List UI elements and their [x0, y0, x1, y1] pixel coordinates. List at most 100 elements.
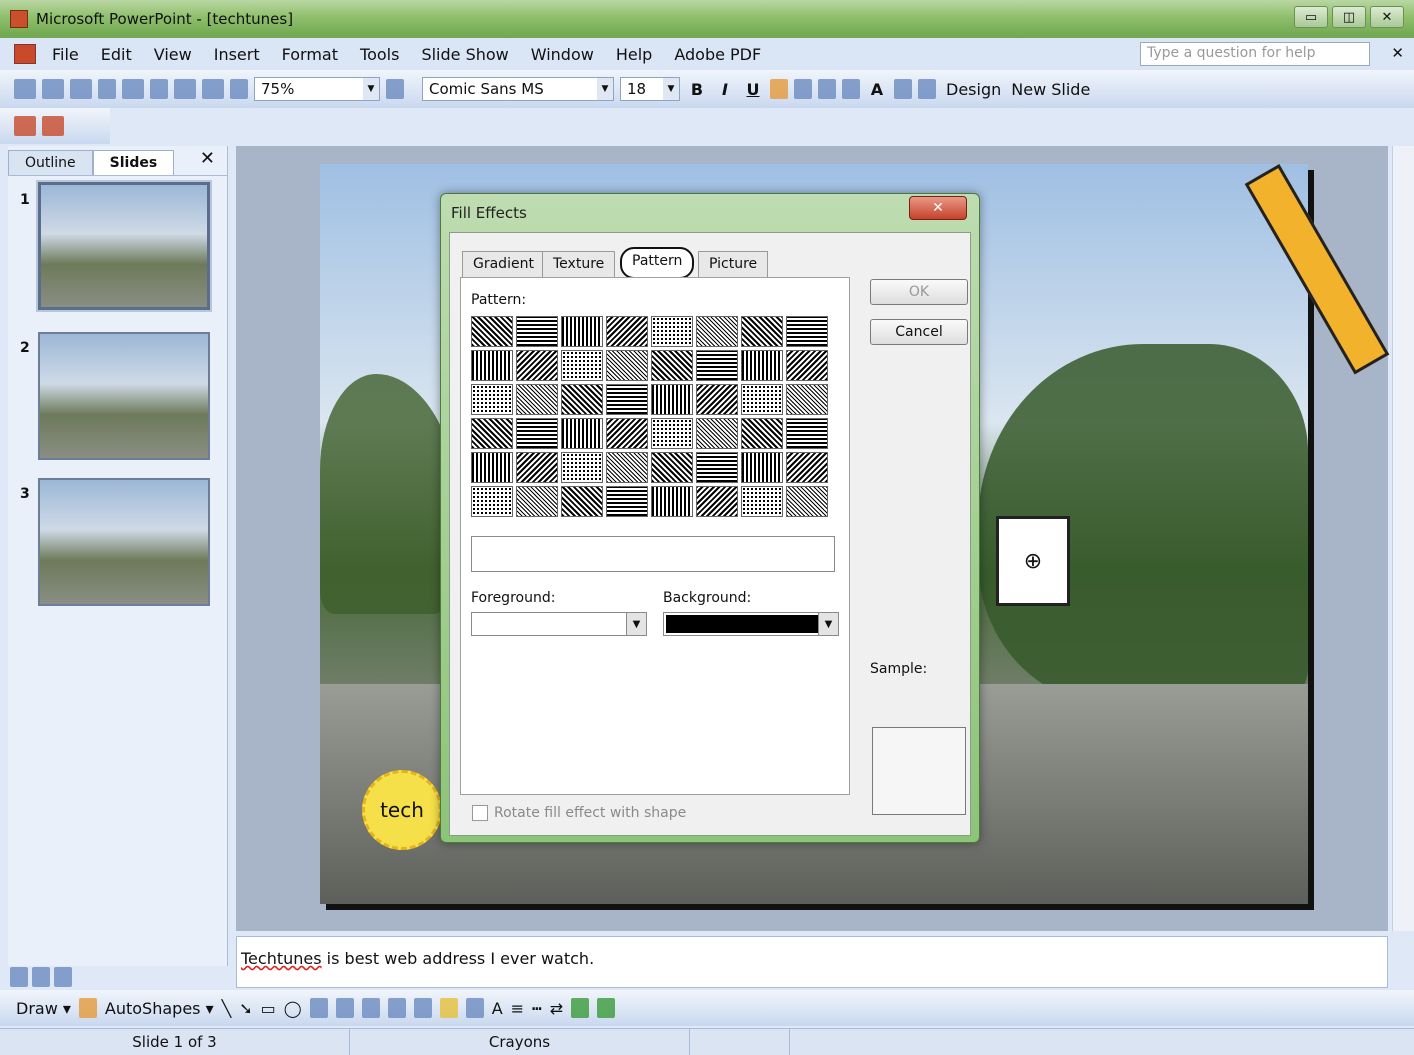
dialog-close-button[interactable]: ✕: [909, 196, 967, 220]
tech-seal-shape[interactable]: tech: [362, 770, 442, 850]
line-icon[interactable]: ╲: [222, 999, 232, 1018]
pattern-swatch[interactable]: [606, 418, 648, 449]
menu-view[interactable]: View: [154, 45, 192, 64]
design-button[interactable]: Design: [946, 80, 1001, 99]
menu-edit[interactable]: Edit: [101, 45, 132, 64]
close-pane-icon[interactable]: ✕: [200, 148, 215, 169]
chart-icon[interactable]: [174, 79, 196, 99]
tab-picture[interactable]: Picture: [698, 251, 769, 277]
3d-icon[interactable]: [597, 998, 616, 1018]
notes-pane[interactable]: Techtunes is best web address I ever wat…: [236, 936, 1388, 988]
help-icon[interactable]: [386, 79, 404, 99]
normal-view-icon[interactable]: [10, 967, 28, 987]
restore-button[interactable]: ◫: [1332, 6, 1366, 28]
menu-window[interactable]: Window: [531, 45, 594, 64]
pattern-swatch[interactable]: [741, 384, 783, 415]
menu-slide-show[interactable]: Slide Show: [421, 45, 508, 64]
pattern-swatch[interactable]: [606, 384, 648, 415]
wordart-icon[interactable]: [335, 998, 354, 1018]
slide-thumbnail[interactable]: [38, 478, 210, 606]
pattern-swatch[interactable]: [696, 452, 738, 483]
pattern-swatch[interactable]: [651, 316, 693, 347]
crayon-clipart-icon[interactable]: [1244, 164, 1390, 375]
pattern-swatch[interactable]: [786, 486, 828, 517]
italic-button[interactable]: I: [714, 80, 736, 99]
paste-icon[interactable]: [122, 79, 144, 99]
rotate-fill-checkbox[interactable]: Rotate fill effect with shape: [472, 805, 686, 821]
autoshapes-menu-button[interactable]: AutoShapes ▾: [105, 999, 214, 1018]
menu-file[interactable]: File: [52, 45, 79, 64]
foreground-color-picker[interactable]: ▼: [471, 612, 647, 636]
pattern-swatch[interactable]: [471, 452, 513, 483]
draw-menu-button[interactable]: Draw ▾: [16, 999, 71, 1018]
chevron-down-icon[interactable]: ▼: [363, 78, 379, 100]
font-combo[interactable]: Comic Sans MS ▼: [422, 77, 614, 101]
pattern-swatch[interactable]: [741, 452, 783, 483]
font-size-combo[interactable]: 18 ▼: [620, 77, 680, 101]
computer-clipart-icon[interactable]: ⊕: [996, 516, 1070, 606]
align-left-icon[interactable]: [770, 79, 788, 99]
tab-texture[interactable]: Texture: [542, 251, 616, 277]
line-color-icon[interactable]: [465, 998, 484, 1018]
pattern-swatch[interactable]: [516, 452, 558, 483]
increase-indent-icon[interactable]: [918, 79, 936, 99]
pattern-swatch[interactable]: [471, 350, 513, 381]
pattern-swatch[interactable]: [561, 418, 603, 449]
chevron-down-icon[interactable]: ▼: [663, 78, 679, 100]
pattern-swatch[interactable]: [651, 452, 693, 483]
oval-icon[interactable]: ◯: [284, 999, 302, 1018]
zoom-combo[interactable]: 75% ▼: [254, 77, 380, 101]
cancel-button[interactable]: Cancel: [870, 319, 968, 345]
dash-style-icon[interactable]: ┅: [532, 999, 542, 1018]
new-slide-button[interactable]: New Slide: [1011, 80, 1090, 99]
pattern-swatch[interactable]: [471, 486, 513, 517]
tab-slides[interactable]: Slides: [92, 150, 175, 175]
pattern-swatch[interactable]: [786, 350, 828, 381]
menu-tools[interactable]: Tools: [360, 45, 399, 64]
pattern-swatch[interactable]: [516, 316, 558, 347]
tab-pattern[interactable]: Pattern: [620, 247, 695, 279]
background-color-picker[interactable]: ▼: [663, 612, 839, 636]
pattern-swatch[interactable]: [786, 316, 828, 347]
clipart-icon[interactable]: [387, 998, 406, 1018]
pattern-swatch[interactable]: [741, 418, 783, 449]
underline-button[interactable]: U: [742, 80, 764, 99]
pattern-swatch[interactable]: [606, 350, 648, 381]
slide-thumbnail[interactable]: [38, 332, 210, 460]
menu-adobe-pdf[interactable]: Adobe PDF: [674, 45, 761, 64]
bold-button[interactable]: B: [686, 80, 708, 99]
pattern-swatch[interactable]: [561, 486, 603, 517]
pattern-swatch[interactable]: [516, 486, 558, 517]
textbox-icon[interactable]: [309, 998, 328, 1018]
cut-icon[interactable]: [98, 79, 116, 99]
decrease-indent-icon[interactable]: [894, 79, 912, 99]
tab-gradient[interactable]: Gradient: [462, 251, 545, 277]
pattern-swatch[interactable]: [741, 486, 783, 517]
document-icon[interactable]: [14, 44, 36, 64]
menu-help[interactable]: Help: [616, 45, 652, 64]
pattern-swatch[interactable]: [561, 350, 603, 381]
rectangle-icon[interactable]: ▭: [261, 999, 276, 1018]
slide-thumbnail[interactable]: [36, 180, 212, 312]
tab-outline[interactable]: Outline: [8, 150, 93, 175]
pattern-swatch[interactable]: [786, 418, 828, 449]
close-window-button[interactable]: ✕: [1370, 6, 1404, 28]
new-icon[interactable]: [14, 79, 36, 99]
pattern-swatch[interactable]: [651, 418, 693, 449]
pattern-swatch[interactable]: [741, 316, 783, 347]
pattern-swatch[interactable]: [561, 384, 603, 415]
pattern-swatch[interactable]: [471, 384, 513, 415]
pdf-review-icon[interactable]: [42, 116, 64, 136]
chevron-down-icon[interactable]: ▼: [818, 613, 838, 635]
pattern-swatch[interactable]: [606, 316, 648, 347]
select-objects-icon[interactable]: [78, 998, 97, 1018]
pattern-swatch[interactable]: [651, 350, 693, 381]
grid-icon[interactable]: [230, 79, 248, 99]
pattern-swatch[interactable]: [651, 486, 693, 517]
slide-show-icon[interactable]: [54, 967, 72, 987]
ok-button[interactable]: OK: [870, 279, 968, 305]
pattern-swatch[interactable]: [561, 452, 603, 483]
pattern-swatch[interactable]: [696, 418, 738, 449]
chevron-down-icon[interactable]: ▼: [626, 613, 646, 635]
pattern-swatch[interactable]: [516, 418, 558, 449]
